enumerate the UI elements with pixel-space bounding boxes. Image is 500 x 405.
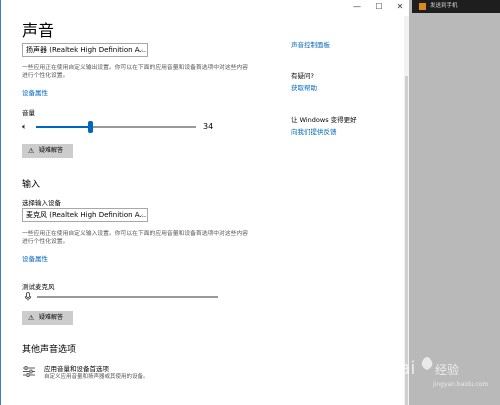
input-troubleshoot-label: 疑难解答 [39,314,64,321]
output-device-properties-link[interactable]: 设备属性 [22,87,48,97]
mic-level-meter [37,296,218,298]
title-bar: — ☐ ✕ [0,0,409,14]
volume-slider-thumb[interactable] [88,121,94,133]
input-section-title: 输入 [22,180,41,190]
phone-app-icon [419,3,426,10]
volume-slider-fill [36,126,91,128]
test-mic-label: 测试麦克风 [22,283,55,291]
input-device-dropdown[interactable]: 麦克风 (Realtek High Definition A... ⌵ [22,208,148,222]
output-device-value: 扬声器 (Realtek High Definition A... [26,46,147,54]
volume-slider[interactable] [36,121,196,133]
other-section-title: 其他声音选项 [22,345,77,355]
taskbar-item[interactable]: 发送到手机 [412,0,500,13]
svg-text:Bai: Bai [387,358,415,379]
question-label: 有疑问? [291,72,314,80]
taskbar-item-label: 发送到手机 [430,3,458,9]
close-button[interactable]: ✕ [388,0,409,14]
output-troubleshoot-label: 疑难解答 [39,147,64,154]
get-help-link[interactable]: 获取帮助 [291,82,317,92]
input-device-properties-link[interactable]: 设备属性 [22,253,48,263]
volume-label: 音量 [22,109,35,117]
settings-window: — ☐ ✕ 声音 扬声器 (Realtek High Definition A.… [0,0,409,405]
output-device-dropdown[interactable]: 扬声器 (Realtek High Definition A... ⌵ [22,43,148,57]
minimize-button[interactable]: — [345,0,369,14]
input-device-value: 麦克风 (Realtek High Definition A... [26,211,147,219]
output-troubleshoot-button[interactable]: ⚠ 疑难解答 [22,144,73,158]
input-troubleshoot-button[interactable]: ⚠ 疑难解答 [22,311,73,325]
input-description: 一些应用正在使用自定义输入设置。你可以在下面的应用音量和设备首选项中对这些内容进… [22,231,249,245]
warning-icon: ⚠ [28,147,35,155]
warning-icon: ⚠ [28,314,35,322]
choose-input-label: 选择输入设备 [22,199,61,207]
svg-text:jingyan.baidu.com: jingyan.baidu.com [432,381,489,388]
app-volume-description: 自定义应用音量和扬声器或其使用的设备。 [44,374,149,380]
speaker-icon[interactable]: 🔈︎ [22,122,27,132]
chevron-down-icon: ⌵ [137,211,143,219]
improve-windows-label: 让 Windows 变得更好 [291,116,357,124]
volume-value: 34 [203,122,214,131]
app-volume-icon[interactable] [22,366,36,377]
microphone-icon [24,292,32,301]
svg-text:经验: 经验 [435,362,459,377]
window-border [0,0,1,405]
chevron-down-icon: ⌵ [137,46,143,54]
output-description: 一些应用正在使用自定义输出设置。你可以在下面的应用音量和设备首选项中对这些内容进… [22,65,249,79]
watermark-logo: Bai 经验 jingyan.baidu.com [387,357,489,388]
feedback-link[interactable]: 向我们提供反馈 [291,126,337,136]
page-title: 声音 [22,21,55,40]
sound-control-panel-link[interactable]: 声音控制面板 [291,39,330,49]
scrollbar[interactable] [404,16,409,405]
